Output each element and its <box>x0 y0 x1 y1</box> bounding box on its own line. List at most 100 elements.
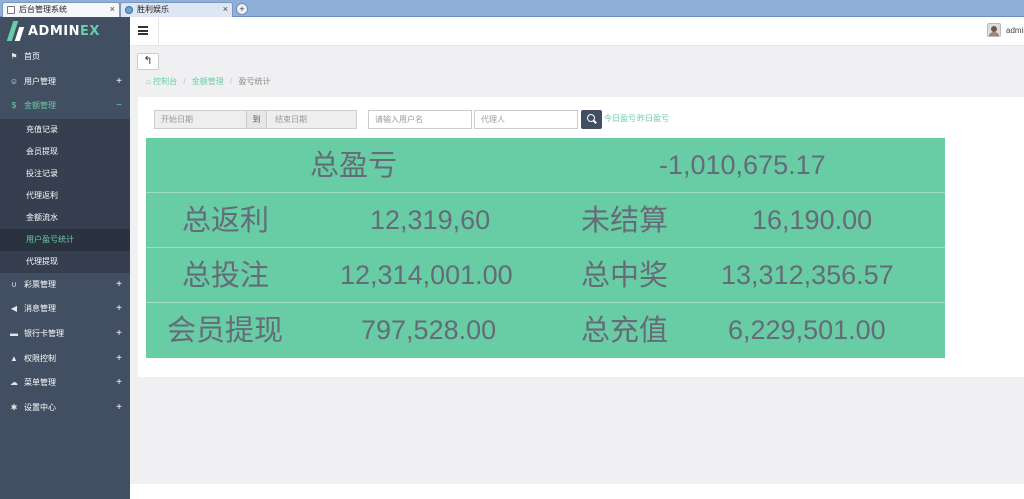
footer-area <box>130 484 1024 499</box>
sidebar: ADMINEX ⚑ 首页 ☺ 用户管理 + $ 金额管理 − 充值记录 会员提现… <box>0 17 130 499</box>
total-profit-value: -1,010,675.17 <box>659 150 826 180</box>
yesterday-profit-link[interactable]: 昨日盈亏 <box>637 113 669 124</box>
sidebar-item-permissions[interactable]: ▲ 权限控制 + <box>0 347 130 372</box>
close-icon[interactable]: × <box>223 3 228 16</box>
sidebar-item-menus[interactable]: ☁ 菜单管理 + <box>0 371 130 396</box>
stats-row: 总投注 12,314,001.00 总中奖 13,312,356.57 <box>146 248 945 303</box>
bet-value: 12,314,001.00 <box>340 260 513 290</box>
sidebar-item-label: 消息管理 <box>24 304 56 314</box>
sidebar-item-users[interactable]: ☺ 用户管理 + <box>0 70 130 95</box>
header-divider <box>158 17 159 46</box>
expand-icon: + <box>116 377 122 389</box>
breadcrumb-separator: / <box>183 77 186 86</box>
rebate-value: 12,319,60 <box>370 205 491 235</box>
user-icon: ☺ <box>9 76 19 86</box>
sidebar-item-label: 权限控制 <box>24 353 56 363</box>
expand-icon: + <box>116 303 122 315</box>
back-button[interactable]: ↰ <box>137 53 159 70</box>
magnet-icon: ∪ <box>11 279 17 289</box>
browser-tab-admin[interactable]: 后台管理系统 × <box>2 2 120 17</box>
recharge-label: 总充值 <box>581 313 669 347</box>
win-label: 总中奖 <box>581 258 669 292</box>
breadcrumb-link-dashboard[interactable]: 控制台 <box>153 77 177 86</box>
breadcrumb-current: 盈亏统计 <box>238 77 271 86</box>
stats-row: 会员提现 797,528.00 总充值 6,229,501.00 <box>146 303 945 358</box>
sidebar-item-label: 彩票管理 <box>24 279 56 289</box>
bet-label: 总投注 <box>182 258 270 292</box>
submenu-item-member-withdraw[interactable]: 会员提现 <box>0 141 130 163</box>
submenu-item-money-flow[interactable]: 金额流水 <box>0 207 130 229</box>
sidebar-item-bank-cards[interactable]: ▬ 银行卡管理 + <box>0 322 130 347</box>
flag-icon: ⚑ <box>10 52 18 61</box>
browser-tab-title: 胜利娱乐 <box>137 5 169 14</box>
finance-submenu: 充值记录 会员提现 投注记录 代理返利 金额流水 用户盈亏统计 代理提现 <box>0 118 130 273</box>
sidebar-item-lottery[interactable]: ∪ 彩票管理 + <box>0 273 130 298</box>
agent-input[interactable]: 代理人 <box>474 110 578 129</box>
dollar-icon: $ <box>11 101 17 111</box>
bullhorn-icon: ◀ <box>10 304 18 314</box>
stats-row: 总盈亏 -1,010,675.17 <box>146 138 945 193</box>
unsettled-value: 16,190.00 <box>752 205 873 235</box>
sidebar-item-finance[interactable]: $ 金额管理 − <box>0 94 130 119</box>
browser-tab-bar: 后台管理系统 × 胜利娱乐 × + <box>0 0 1024 17</box>
win-value: 13,312,356.57 <box>721 260 894 290</box>
recharge-value: 6,229,501.00 <box>728 315 886 345</box>
sidebar-item-home[interactable]: ⚑ 首页 <box>0 45 130 70</box>
sidebar-item-label: 首页 <box>24 52 40 61</box>
expand-icon: + <box>116 75 122 87</box>
member-withdraw-value: 797,528.00 <box>361 315 497 345</box>
breadcrumb: ⌂ 控制台 / 金额管理 / 盈亏统计 <box>130 72 1024 92</box>
expand-icon: + <box>116 352 122 364</box>
sidebar-item-label: 金额管理 <box>24 101 56 111</box>
menu-toggle-icon[interactable] <box>138 26 148 35</box>
sidebar-item-label: 设置中心 <box>24 402 56 412</box>
date-range-separator: 到 <box>247 111 267 128</box>
logo-icon <box>6 21 25 41</box>
unsettled-label: 未结算 <box>581 203 669 237</box>
cloud-icon: ☁ <box>10 378 18 388</box>
gear-icon: ✱ <box>10 402 18 412</box>
member-withdraw-label: 会员提现 <box>167 313 284 347</box>
search-button[interactable] <box>581 110 602 129</box>
browser-tab-site[interactable]: 胜利娱乐 × <box>120 2 233 17</box>
date-range-picker: 开始日期 到 结束日期 <box>154 110 357 129</box>
submenu-item-bet-records[interactable]: 投注记录 <box>0 163 130 185</box>
expand-icon: + <box>116 327 122 339</box>
submenu-item-user-profit-stats[interactable]: 用户盈亏统计 <box>0 228 130 251</box>
rebate-label: 总返利 <box>182 203 270 237</box>
sidebar-item-messages[interactable]: ◀ 消息管理 + <box>0 297 130 322</box>
expand-icon: + <box>116 278 122 290</box>
collapse-icon: − <box>116 100 122 112</box>
close-icon[interactable]: × <box>110 3 115 16</box>
breadcrumb-separator: / <box>230 77 233 86</box>
home-icon: ⌂ <box>146 77 151 86</box>
brand-logo[interactable]: ADMINEX <box>0 17 130 45</box>
page-icon <box>7 6 15 14</box>
lock-icon: ▲ <box>10 353 18 363</box>
avatar[interactable] <box>987 23 1001 37</box>
brand-name: ADMINEX <box>28 23 100 39</box>
globe-icon <box>125 6 133 14</box>
sidebar-item-settings[interactable]: ✱ 设置中心 + <box>0 396 130 421</box>
top-header: admin <box>130 17 1024 46</box>
breadcrumb-link-finance[interactable]: 金额管理 <box>192 77 224 86</box>
submenu-item-agent-rebate[interactable]: 代理返利 <box>0 185 130 207</box>
total-profit-label: 总盈亏 <box>310 148 398 182</box>
sidebar-item-label: 菜单管理 <box>24 378 56 388</box>
sidebar-item-label: 银行卡管理 <box>24 328 64 338</box>
submenu-item-recharge-records[interactable]: 充值记录 <box>0 119 130 141</box>
stats-panel: 开始日期 到 结束日期 请输入用户名 代理人 今日盈亏 昨日盈亏 总盈亏 -1,… <box>138 97 1024 377</box>
stats-row: 总返利 12,319,60 未结算 16,190.00 <box>146 193 945 248</box>
expand-icon: + <box>116 401 122 413</box>
today-profit-link[interactable]: 今日盈亏 <box>604 113 636 124</box>
main-content: ↰ ⌂ 控制台 / 金额管理 / 盈亏统计 开始日期 到 结束日期 请输入用户名… <box>130 46 1024 499</box>
start-date-field[interactable]: 开始日期 <box>155 111 247 128</box>
submenu-item-agent-withdraw[interactable]: 代理提现 <box>0 251 130 273</box>
new-tab-button[interactable]: + <box>236 3 248 15</box>
sidebar-item-label: 用户管理 <box>24 76 56 86</box>
user-menu[interactable]: admin <box>1006 26 1024 35</box>
username-input[interactable]: 请输入用户名 <box>368 110 472 129</box>
briefcase-icon: ▬ <box>10 328 18 338</box>
browser-tab-title: 后台管理系统 <box>19 5 67 14</box>
end-date-field[interactable]: 结束日期 <box>267 111 356 128</box>
